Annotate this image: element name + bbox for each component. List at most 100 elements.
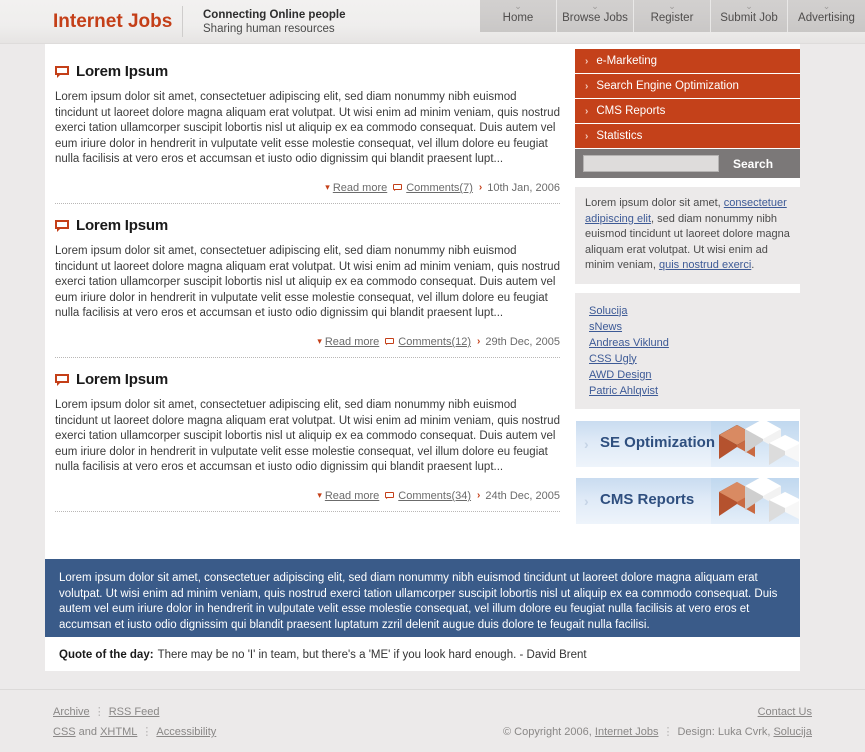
comments-link[interactable]: Comments(34)	[398, 490, 471, 502]
site-slogan: Connecting Online people Sharing human r…	[203, 8, 345, 36]
nav-label-browse-jobs: Browse Jobs	[562, 12, 628, 24]
site-footer: Archive ⋮ RSS Feed CSS and XHTML ⋮ Accessibi…	[0, 689, 865, 752]
footer-and-text: and	[75, 726, 101, 738]
sidebar-item-label: e-Marketing	[596, 55, 658, 67]
comment-bubble-icon	[55, 66, 69, 78]
footer-copyright-row: © Copyright 2006, Internet Jobs ⋮ Design: …	[503, 722, 812, 742]
footer-row-1: Archive ⋮ RSS Feed	[53, 702, 216, 722]
article-date: 29th Dec, 2005	[485, 335, 560, 348]
sidebar-link-andreas-viklund[interactable]: Andreas Viklund	[589, 335, 790, 351]
comment-bubble-icon	[393, 184, 403, 192]
chevron-right-icon: ›	[585, 131, 589, 142]
article-body: Lorem ipsum dolor sit amet, consectetuer…	[55, 91, 560, 166]
footer-link-contact-us[interactable]: Contact Us	[758, 706, 812, 718]
header-divider	[182, 6, 183, 37]
nav-item-home[interactable]: ⌄ Home	[480, 0, 557, 32]
sidebar-link-snews[interactable]: sNews	[589, 319, 790, 335]
sidebar-link-patric-ahlqvist[interactable]: Patric Ahlqvist	[589, 383, 790, 399]
highlight-box: Lorem ipsum dolor sit amet, consectetuer…	[45, 559, 800, 646]
nav-label-advertising: Advertising	[798, 12, 855, 24]
article-title[interactable]: Lorem Ipsum	[76, 371, 168, 388]
copyright-text: © Copyright 2006,	[503, 726, 595, 738]
search-input[interactable]	[583, 155, 719, 172]
footer-contact-row: Contact Us	[503, 702, 812, 722]
chevron-down-icon: ⌄	[822, 1, 831, 11]
chevron-right-icon: ›	[585, 106, 589, 117]
quote-text: There may be no 'I' in team, but there's…	[157, 648, 587, 661]
footer-link-accessibility[interactable]: Accessibility	[156, 726, 216, 738]
chevron-right-icon: ›	[584, 435, 589, 452]
nav-item-register[interactable]: ⌄ Register	[634, 0, 711, 32]
sidebar-item-e-marketing[interactable]: › e-Marketing	[575, 49, 800, 73]
article-header: Lorem Ipsum	[55, 217, 560, 234]
slogan-line-1: Connecting Online people	[203, 9, 346, 21]
sidebar-item-label: CMS Reports	[596, 105, 666, 117]
sidebar-about-block: Lorem ipsum dolor sit amet, consectetuer…	[575, 187, 800, 284]
comment-bubble-icon	[55, 373, 69, 386]
chevron-down-icon: ⌄	[745, 1, 753, 11]
sidebar-item-statistics[interactable]: › Statistics	[575, 124, 800, 148]
about-text-part-3: .	[751, 259, 755, 271]
sidebar-item-label: Statistics	[596, 130, 643, 142]
footer-left: Archive ⋮ RSS Feed CSS and XHTML ⋮ Accessibi…	[53, 702, 216, 742]
search-bar: Search	[575, 149, 800, 178]
comments-link[interactable]: Comments(12)	[398, 336, 471, 348]
sidebar-item-search-engine-optimization[interactable]: › Search Engine Optimization	[575, 74, 800, 98]
sidebar-links-block: Solucija sNews Andreas Viklund CSS Ugly …	[575, 292, 800, 409]
sidebar-link-css-ugly[interactable]: CSS Ugly	[589, 351, 790, 367]
sidebar: › e-Marketing › Search Engine Optimization…	[575, 44, 800, 534]
site-logo[interactable]: Internet Jobs	[53, 11, 172, 33]
article-separator	[55, 356, 560, 358]
chevron-down-icon: ▾	[317, 490, 322, 501]
site-header: Internet Jobs Connecting Online people S…	[0, 0, 865, 44]
article-title[interactable]: Lorem Ipsum	[76, 217, 168, 234]
footer-link-css[interactable]: CSS	[53, 726, 76, 738]
promo-banner-cms-reports[interactable]: › CMS Reports	[575, 476, 800, 525]
comments-link[interactable]: Comments(7)	[406, 182, 473, 194]
comment-bubble-icon	[385, 492, 395, 500]
footer-right: Contact Us © Copyright 2006, Internet Jo…	[503, 702, 812, 742]
nav-label-submit-job: Submit Job	[720, 12, 778, 24]
article-date: 24th Dec, 2005	[485, 489, 560, 502]
chevron-down-icon: ▾	[317, 336, 322, 347]
sidebar-link-awd-design[interactable]: AWD Design	[589, 367, 790, 383]
design-text: Design: Luka Cvrk,	[677, 726, 774, 738]
footer-link-solucija[interactable]: Solucija	[773, 726, 812, 738]
nav-label-home: Home	[502, 12, 534, 24]
read-more-link[interactable]: Read more	[325, 490, 379, 502]
read-more-link[interactable]: Read more	[333, 182, 387, 194]
sidebar-link-solucija[interactable]: Solucija	[589, 303, 790, 319]
search-button[interactable]: Search	[733, 157, 773, 171]
footer-link-internet-jobs[interactable]: Internet Jobs	[595, 726, 659, 738]
article-separator	[55, 202, 560, 204]
quote-of-the-day: Quote of the day: There may be no 'I' in…	[45, 637, 800, 671]
articles-column: Lorem Ipsum Lorem ipsum dolor sit amet, …	[45, 44, 575, 516]
chevron-right-icon: ›	[477, 490, 481, 502]
footer-link-xhtml[interactable]: XHTML	[100, 726, 137, 738]
article-body: Lorem ipsum dolor sit amet, consectetuer…	[55, 244, 560, 320]
promo-label: SE Optimization	[600, 433, 716, 451]
read-more-link[interactable]: Read more	[325, 336, 379, 348]
quote-label: Quote of the day:	[59, 648, 154, 661]
comment-bubble-icon	[385, 338, 395, 346]
promo-banner-se-optimization[interactable]: › SE Optimization	[575, 419, 800, 468]
cubes-illustration	[711, 477, 799, 524]
nav-item-advertising[interactable]: ⌄ Advertising	[788, 0, 865, 32]
article-separator	[55, 510, 560, 512]
footer-separator: ⋮	[662, 726, 674, 738]
nav-item-browse-jobs[interactable]: ⌄ Browse Jobs	[557, 0, 634, 32]
page-body: Lorem Ipsum Lorem ipsum dolor sit amet, …	[0, 44, 865, 752]
promo-label: CMS Reports	[600, 490, 695, 508]
nav-item-submit-job[interactable]: ⌄ Submit Job	[711, 0, 788, 32]
article-meta: ▾ Read more Comments(12) › 29th Dec, 200…	[55, 336, 560, 348]
footer-link-archive[interactable]: Archive	[53, 706, 90, 718]
main-navigation: ⌄ Home ⌄ Browse Jobs ⌄ Register ⌄ Submit…	[480, 0, 865, 32]
footer-link-rss-feed[interactable]: RSS Feed	[109, 706, 160, 718]
sidebar-menu: › e-Marketing › Search Engine Optimization…	[575, 49, 800, 148]
article-body: Lorem ipsum dolor sit amet, consectetuer…	[55, 398, 560, 474]
article-title[interactable]: Lorem Ipsum	[76, 63, 168, 80]
chevron-right-icon: ›	[585, 81, 589, 92]
about-link-2[interactable]: quis nostrud exerci	[659, 259, 751, 271]
chevron-right-icon: ›	[478, 182, 483, 194]
sidebar-item-cms-reports[interactable]: › CMS Reports	[575, 99, 800, 123]
